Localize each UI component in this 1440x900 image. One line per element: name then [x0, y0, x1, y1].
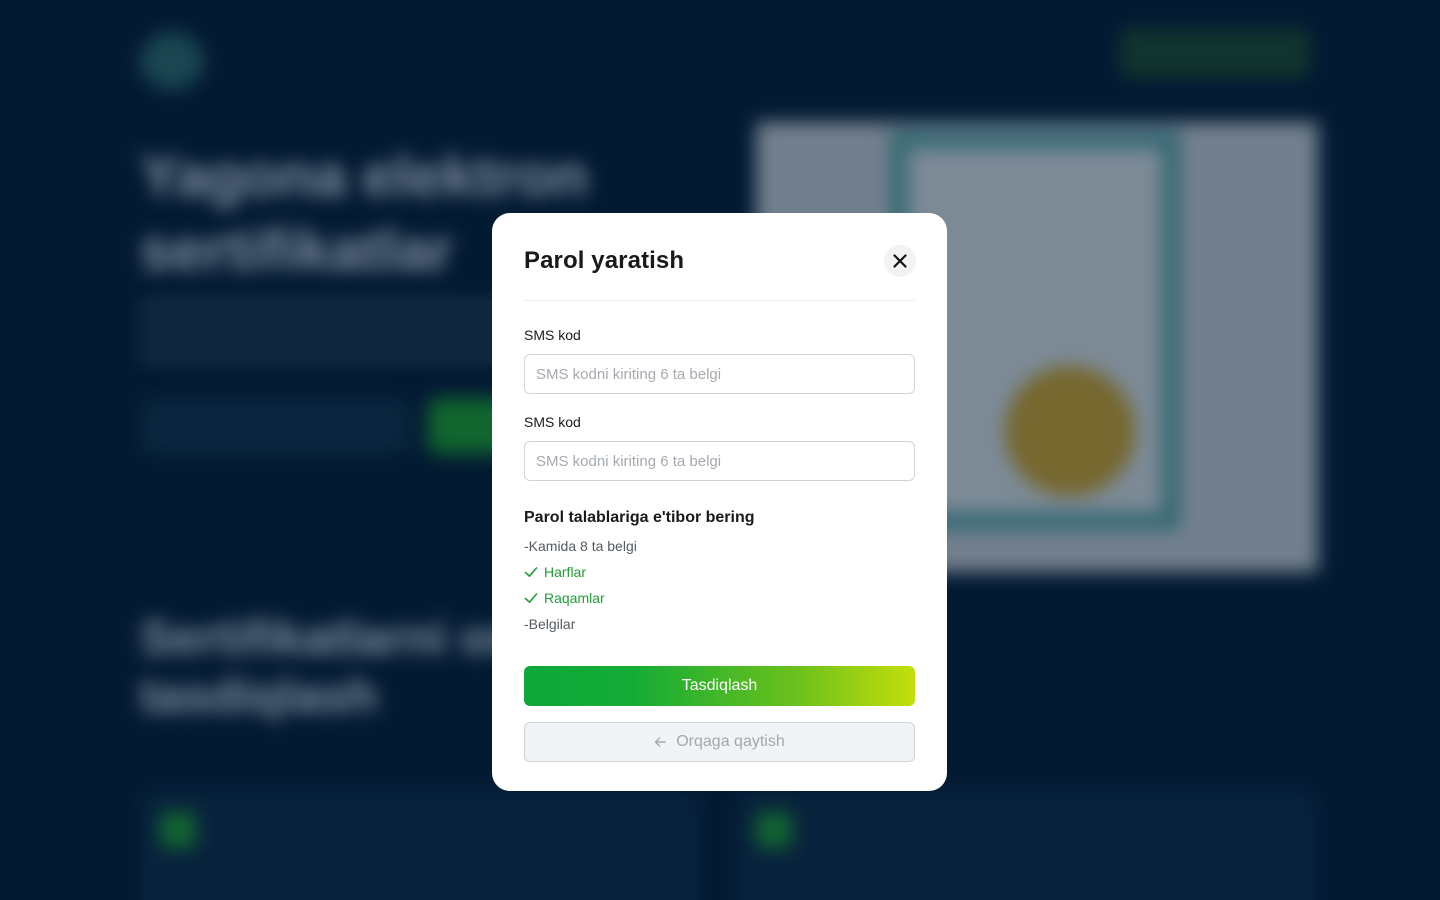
requirement-symbols: -Belgilar — [524, 611, 915, 637]
password-requirements-title: Parol talablariga e'tibor bering — [524, 509, 755, 526]
password-requirements-list: -Kamida 8 ta belgi Harflar Raqamlar -Bel… — [524, 533, 915, 637]
back-button-label: Orqaga qaytish — [676, 733, 785, 750]
sms-code-field: SMS kod — [524, 327, 915, 394]
logo — [140, 32, 204, 90]
requirement-min-length: -Kamida 8 ta belgi — [524, 533, 915, 559]
sms-code-confirm-field: SMS kod — [524, 414, 915, 481]
requirement-numbers: Raqamlar — [524, 585, 915, 611]
feature-card — [736, 790, 1316, 900]
requirement-label: Raqamlar — [544, 590, 605, 606]
hero-input — [140, 398, 410, 454]
create-password-modal: Parol yaratish SMS kod SMS kod Parol tal… — [492, 213, 947, 791]
certificate-seal — [1005, 366, 1135, 496]
close-button[interactable] — [884, 244, 916, 277]
requirement-label: -Kamida 8 ta belgi — [524, 538, 637, 554]
sms-code-input[interactable] — [524, 354, 915, 394]
header-button — [1120, 28, 1310, 78]
modal-title: Parol yaratish — [524, 246, 685, 274]
sms-code-label: SMS kod — [524, 327, 581, 343]
back-button[interactable]: Orqaga qaytish — [524, 722, 915, 762]
requirement-label: Harflar — [544, 564, 587, 580]
requirement-label: -Belgilar — [524, 616, 576, 632]
requirement-letters: Harflar — [524, 559, 915, 585]
arrow-left-icon — [655, 737, 666, 747]
sms-code-confirm-input[interactable] — [524, 441, 915, 481]
modal-header: Parol yaratish — [524, 213, 916, 301]
feature-card-icon — [160, 812, 196, 848]
confirm-button[interactable]: Tasdiqlash — [524, 666, 915, 706]
check-icon — [524, 567, 538, 577]
feature-card — [140, 790, 700, 900]
close-icon — [893, 253, 907, 268]
check-icon — [524, 593, 538, 603]
feature-card-icon — [756, 812, 792, 848]
sms-code-confirm-label: SMS kod — [524, 414, 581, 430]
